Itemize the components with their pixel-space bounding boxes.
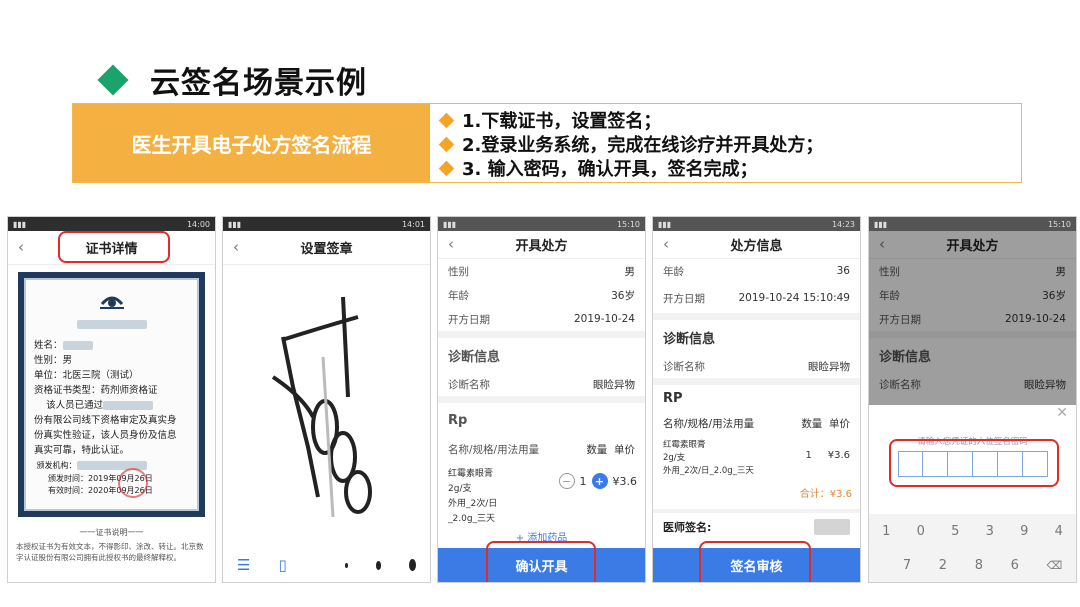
phone-prescribe: ▮▮▮ 15:10 ‹ 开具处方 性别男 年龄 36岁 开方日期 2019-10-24… xyxy=(437,216,646,583)
key[interactable]: 9 xyxy=(1020,524,1028,539)
nav-bar: ‹ 处方信息 xyxy=(653,231,860,259)
status-bar: ▮▮▮ 14:00 xyxy=(8,217,215,231)
step-item: 3. 输入密码，确认开具，签名完成； xyxy=(438,156,823,180)
diamond-bullet-icon xyxy=(438,112,455,128)
quantity-value: 1 xyxy=(579,474,587,488)
cert-passed: 该人员已通过 xyxy=(34,398,189,413)
certificate-card: 姓名： 性别：男 单位：北医三院（测试） 资格证书类型：药剂师资格证 该人员已通… xyxy=(18,272,205,517)
cert-line: 份有限公司线下资格审定及真实身 xyxy=(34,415,177,426)
info-row: 性别男 xyxy=(448,265,635,278)
key[interactable]: 2 xyxy=(939,558,947,573)
certificate-logo-icon xyxy=(34,290,189,317)
phone-password-dialog: ▮▮▮ 15:10 ‹ 开具处方 性别男 年龄 36岁 开方日期 2019-10-24… xyxy=(868,216,1077,583)
back-icon[interactable]: ‹ xyxy=(448,235,454,253)
seal-stamp xyxy=(118,468,148,498)
cert-gender: 性别：男 xyxy=(34,355,73,366)
footer-title: 一一证书说明一一 xyxy=(79,528,144,537)
section-title: 诊断信息 xyxy=(448,349,501,365)
cert-line: 真实可靠，特此认证。 xyxy=(34,445,130,456)
back-icon[interactable]: ‹ xyxy=(18,238,24,256)
slide-title: 云签名场景示例 xyxy=(150,66,367,101)
slide-header: 云签名场景示例 xyxy=(96,60,367,101)
status-bar: ▮▮▮ 15:10 xyxy=(438,217,645,231)
price-value: ¥3.6 xyxy=(612,474,638,488)
section-title: RP xyxy=(663,390,683,406)
backspace-icon[interactable]: ⌫ xyxy=(1047,559,1063,572)
blurred-name xyxy=(76,320,147,329)
signature-canvas[interactable] xyxy=(263,277,393,517)
thin-stroke-icon[interactable] xyxy=(344,562,348,568)
step-item: 2.登录业务系统，完成在线诊疗并开具处方； xyxy=(438,132,823,156)
diamond-bullet-icon xyxy=(438,160,455,176)
phone-certificate-details: ▮▮▮ 14:00 ‹ 证书详情 姓名： 性别：男 单位：北医三院（测试） 资格证… xyxy=(7,216,216,583)
section-title: Rp xyxy=(448,412,468,428)
cert-line: 份真实性验证，该人员身份及信息 xyxy=(34,430,177,441)
info-row: 开方日期 2019-10-24 xyxy=(448,313,635,326)
nav-title: 设置签章 xyxy=(300,242,353,257)
section-title: 诊断信息 xyxy=(663,331,716,347)
drug-item: 红霉素眼膏 2g/支 外用_2次/日_2.0g_三天 − 1 + ¥3.6 xyxy=(448,469,638,524)
back-icon[interactable]: ‹ xyxy=(233,238,239,256)
cert-issue-time: 颁发时间：2019年09月26日 xyxy=(48,474,153,483)
decrease-button[interactable]: − xyxy=(558,473,575,489)
key[interactable]: 4 xyxy=(1055,524,1063,539)
key[interactable]: 5 xyxy=(951,524,959,539)
cert-unit: 单位：北医三院（测试） xyxy=(34,370,139,381)
info-row: 年龄 36 xyxy=(663,265,850,278)
phone-prescription-info: ▮▮▮ 14:23 ‹ 处方信息 年龄 36 开方日期 2019-10-24 15:1… xyxy=(652,216,861,583)
step-list: 1.下载证书，设置签名； 2.登录业务系统，完成在线诊疗并开具处方； 3. 输入… xyxy=(438,108,823,180)
phone-set-signature: ▮▮▮ 14:01 ‹ 设置签章 ☰ ▯ xyxy=(222,216,431,583)
status-bar: ▮▮▮ 14:23 xyxy=(653,217,860,231)
nav-title: 开具处方 xyxy=(515,239,568,254)
highlight-box xyxy=(699,541,811,582)
status-bar: ▮▮▮ 15:10 xyxy=(869,217,1076,231)
info-row: 开方日期 2019-10-24 15:10:49 xyxy=(663,292,850,305)
nav-bar: ‹ 开具处方 xyxy=(438,231,645,259)
number-keypad: 1 0 5 3 9 4 7 2 8 6 ⌫ xyxy=(869,514,1076,582)
nav-title: 处方信息 xyxy=(730,239,783,254)
footer-text: 本授权证书为有效文本，不得影印、涂改、转让。北京数字认证股份有限公司拥有此授权书… xyxy=(16,542,204,562)
clear-icon[interactable]: ▯ xyxy=(278,556,286,574)
key[interactable]: 0 xyxy=(917,524,925,539)
cert-type: 资格证书类型：药剂师资格证 xyxy=(34,385,158,396)
highlight-box xyxy=(58,231,170,263)
back-icon[interactable]: ‹ xyxy=(663,235,669,253)
info-row: 年龄 36岁 xyxy=(448,289,635,302)
key[interactable]: 1 xyxy=(882,524,890,539)
process-banner: 医生开具电子处方签名流程 1.下载证书，设置签名； 2.登录业务系统，完成在线诊… xyxy=(72,103,1022,183)
diagnosis-row: 诊断名称 眼睑异物 xyxy=(663,360,850,373)
drug-header-row: 名称/规格/用法用量 数量 单价 xyxy=(448,443,635,456)
drug-header-row: 名称/规格/用法用量 数量 单价 xyxy=(663,417,850,430)
diagnosis-row: 诊断名称 眼睑异物 xyxy=(448,378,635,391)
step-item: 1.下载证书，设置签名； xyxy=(438,108,823,132)
key[interactable]: 8 xyxy=(975,558,983,573)
total-amount: 合计：¥3.6 xyxy=(799,489,852,500)
cert-valid-time: 有效时间：2020年09月26日 xyxy=(48,486,153,495)
pen-icon[interactable]: ☰ xyxy=(237,556,250,574)
key[interactable]: 7 xyxy=(903,558,911,573)
increase-button[interactable]: + xyxy=(591,473,608,489)
close-icon[interactable]: ✕ xyxy=(1056,405,1068,421)
diamond-bullet-icon xyxy=(97,64,129,96)
drug-item: 红霉素眼膏 2g/支 外用_2次/日_2.0g_三天 1 ¥3.6 xyxy=(663,440,850,476)
cert-name: 姓名： xyxy=(34,338,189,353)
signature-toolbar: ☰ ▯ xyxy=(223,548,430,582)
banner-label: 医生开具电子处方签名流程 xyxy=(73,104,430,182)
key[interactable]: 3 xyxy=(986,524,994,539)
medium-stroke-icon[interactable] xyxy=(375,560,381,570)
highlight-box xyxy=(486,541,596,582)
highlight-box xyxy=(889,439,1059,487)
signer-row: 医师签名: xyxy=(653,513,860,541)
dim-overlay xyxy=(869,231,1076,417)
key[interactable]: 6 xyxy=(1011,558,1019,573)
nav-bar: ‹ 设置签章 xyxy=(223,231,430,265)
status-bar: ▮▮▮ 14:01 xyxy=(223,217,430,231)
thick-stroke-icon[interactable] xyxy=(408,559,416,571)
cert-issuer: 颁发机构： xyxy=(34,458,189,473)
diamond-bullet-icon xyxy=(438,136,455,152)
